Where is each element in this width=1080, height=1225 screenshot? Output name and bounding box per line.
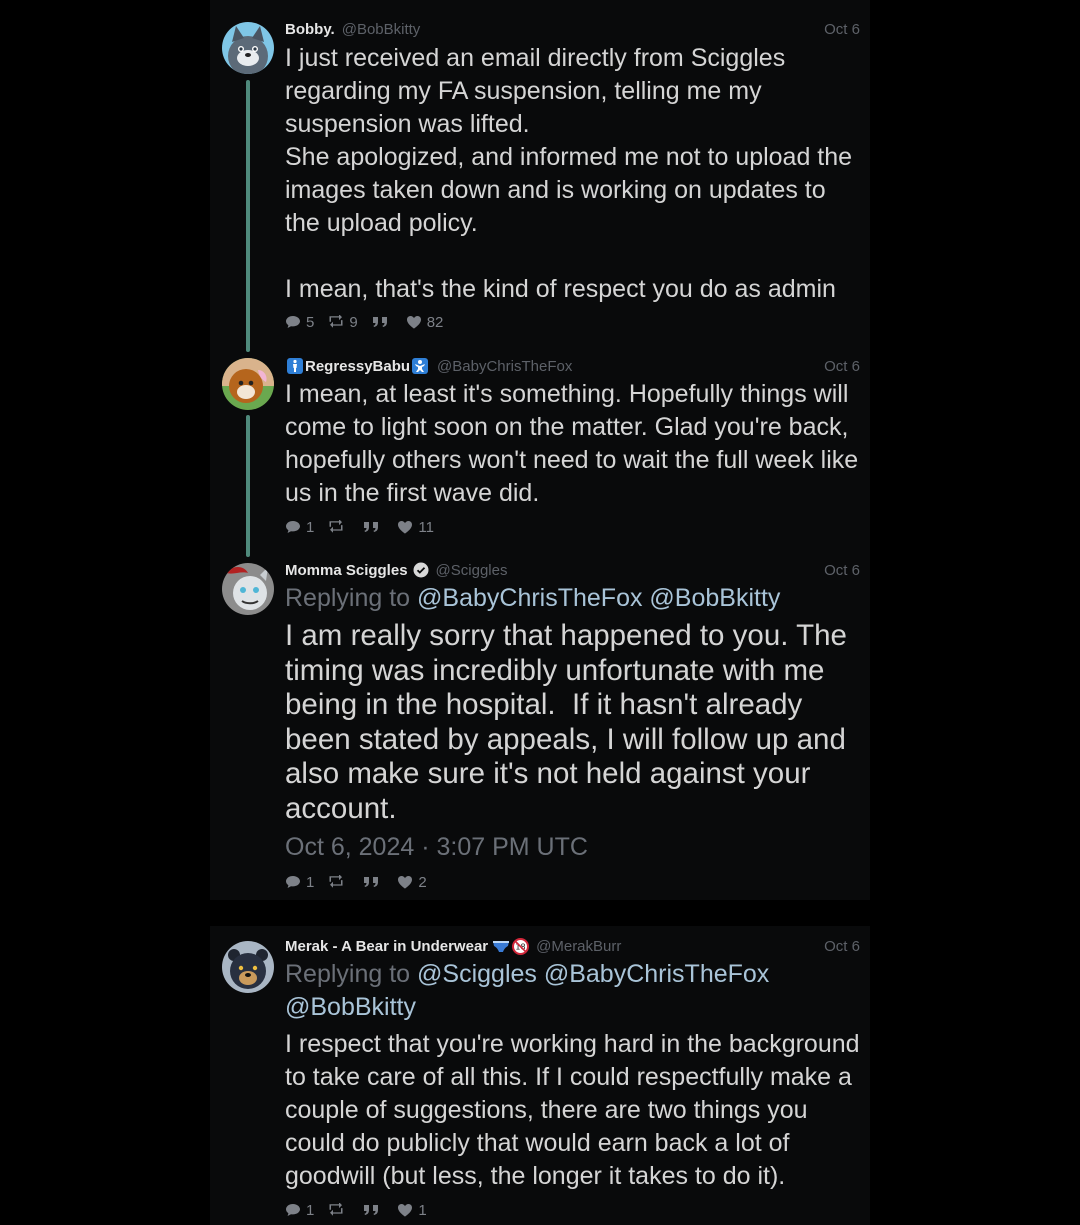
retweet-stat[interactable] (328, 875, 349, 889)
tweet-text: I am really sorry that happened to you. … (285, 619, 847, 825)
tweet-text: I mean, at least it's something. Hopeful… (285, 380, 859, 507)
reply-stat[interactable]: 1 (285, 874, 314, 891)
tweet-text: I just received an email directly from S… (285, 44, 853, 303)
tweet-momma-sciggles[interactable]: Momma Sciggles @Sciggles Oct 6 Replying … (210, 550, 870, 900)
display-name[interactable]: Momma Sciggles (285, 562, 408, 579)
like-stat[interactable]: 82 (406, 314, 443, 331)
avatar[interactable] (222, 563, 274, 615)
display-name[interactable]: RegressyBabu (305, 358, 410, 375)
tweet-stats: 1 1 (285, 1200, 441, 1220)
tweet-header: Momma Sciggles @Sciggles Oct 6 (285, 560, 860, 580)
quote-stat[interactable] (372, 316, 392, 328)
thread-line (246, 80, 250, 352)
quote-stat[interactable] (363, 521, 383, 533)
conversation-divider (210, 900, 870, 926)
tweet-date[interactable]: Oct 6 (824, 358, 860, 375)
mention-links[interactable]: @BobBkitty (285, 993, 416, 1021)
quote-icon (364, 522, 379, 532)
tweet-text: I respect that you're working hard in th… (285, 1030, 860, 1190)
tweet-date[interactable]: Oct 6 (824, 562, 860, 579)
replying-to: Replying to @BabyChrisTheFox @BobBkitty (285, 584, 781, 612)
retweet-stat[interactable] (328, 1203, 349, 1217)
like-stat[interactable]: 2 (397, 874, 427, 891)
tweet-timestamp[interactable]: Oct 6, 2024 · 3:07 PM UTC (285, 833, 588, 862)
display-name[interactable]: Merak - A Bear in Underwear (285, 938, 488, 955)
username[interactable]: @MerakBurr (536, 938, 621, 955)
quote-stat[interactable] (363, 876, 383, 888)
like-stat[interactable]: 11 (397, 519, 434, 536)
avatar[interactable] (222, 358, 274, 410)
quote-icon (364, 1205, 379, 1215)
comment-icon (286, 521, 300, 533)
heart-icon (406, 316, 421, 329)
retweet-stat[interactable] (328, 520, 349, 534)
comment-icon (286, 1204, 300, 1216)
avatar[interactable] (222, 22, 274, 74)
tweet-date[interactable]: Oct 6 (824, 938, 860, 955)
tweet-stats: 1 11 (285, 517, 448, 537)
replying-to: Replying to @Sciggles @BabyChrisTheFox @… (285, 960, 770, 1021)
retweet-icon (329, 875, 343, 888)
username[interactable]: @BabyChrisTheFox (437, 358, 572, 375)
tweet-stats: 1 2 (285, 872, 441, 892)
baby-symbol-emoji-icon (412, 358, 429, 374)
verified-badge-icon (413, 562, 429, 578)
quote-icon (372, 317, 387, 327)
reply-stat[interactable]: 1 (285, 519, 314, 536)
heart-icon (398, 876, 413, 889)
tweet-stats: 5 9 82 (285, 312, 457, 332)
tweet-header: Bobby. @BobBkitty Oct 6 (285, 19, 860, 39)
quote-stat[interactable] (363, 1204, 383, 1216)
username[interactable]: @Sciggles (436, 562, 508, 579)
mention-links[interactable]: @Sciggles @BabyChrisTheFox (417, 960, 769, 988)
heart-icon (398, 1204, 413, 1217)
username[interactable]: @BobBkitty (342, 21, 421, 38)
tweet-merak[interactable]: Merak - A Bear in Underwear 18 @MerakBur… (210, 926, 870, 1225)
briefs-emoji-icon (492, 939, 510, 953)
tweet-header: Merak - A Bear in Underwear 18 @MerakBur… (285, 936, 860, 956)
retweet-stat[interactable]: 9 (328, 314, 358, 331)
tweet-regressybabu[interactable]: RegressyBabu @BabyChrisTheFox Oct 6 I me… (210, 345, 870, 557)
display-name[interactable]: Bobby. (285, 21, 335, 38)
heart-icon (398, 521, 413, 534)
retweet-icon (329, 1203, 343, 1216)
comment-icon (286, 316, 300, 328)
tweet-date[interactable]: Oct 6 (824, 21, 860, 38)
no-under-18-emoji-icon: 18 (512, 937, 530, 955)
quote-icon (364, 877, 379, 887)
reply-stat[interactable]: 1 (285, 1202, 314, 1219)
reply-stat[interactable]: 5 (285, 314, 314, 331)
avatar[interactable] (222, 941, 274, 993)
comment-icon (286, 876, 300, 888)
thread-line (246, 415, 250, 557)
tweet-bobby[interactable]: Bobby. @BobBkitty Oct 6 I just received … (210, 0, 870, 352)
retweet-icon (329, 315, 343, 328)
restroom-emoji-icon (287, 358, 303, 374)
mention-links[interactable]: @BabyChrisTheFox @BobBkitty (417, 584, 780, 612)
tweet-header: RegressyBabu @BabyChrisTheFox Oct 6 (285, 356, 860, 376)
like-stat[interactable]: 1 (397, 1202, 427, 1219)
retweet-icon (329, 520, 343, 533)
